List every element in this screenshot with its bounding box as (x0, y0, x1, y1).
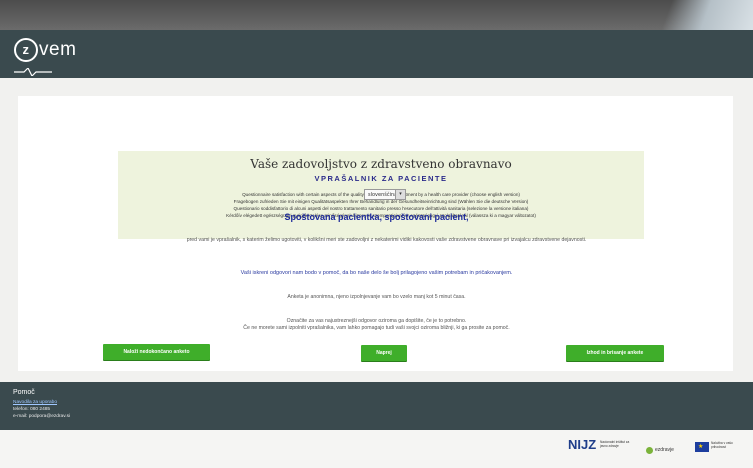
logo-circle-icon: z (14, 38, 38, 62)
exit-and-delete-button[interactable]: Izhod in brisanje ankete (566, 345, 664, 361)
partner-logos-bar (0, 430, 753, 468)
nijz-logo-subtitle: Nacionalni inštitut za javno zdravje (600, 440, 630, 448)
language-select-value: slovenščina (368, 192, 398, 198)
ezdravje-logo-icon (646, 447, 653, 454)
eu-flag-icon (695, 442, 709, 452)
instructions-line-1: Označite za vas najustreznejši odgovor o… (286, 318, 467, 324)
load-unfinished-survey-button[interactable]: Naloži nedokončano anketo (103, 344, 210, 360)
help-instructions-link-text[interactable]: Navodila za uporabo (13, 400, 57, 405)
help-paragraph: Vaši iskreni odgovori nam bodo v pomoč, … (240, 270, 513, 276)
survey-title: Vaše zadovoljstvo z zdravstveno obravnav… (250, 157, 512, 171)
site-footer: Pomoč Navodila za uporabo telefon: 080 2… (0, 382, 753, 430)
help-email[interactable]: e-mail: podpora@ezdrav.si (13, 414, 70, 419)
survey-subtitle: VPRAŠALNIK ZA PACIENTE (314, 174, 448, 183)
eu-funding-logo: Naložba v vašo prihodnost (711, 441, 733, 449)
instructions-line-2: Če ne morete sami izpolniti vprašalnika,… (243, 325, 510, 331)
logo-text: vem (39, 39, 77, 61)
logo-wave-icon (14, 68, 52, 76)
anonymity-paragraph: Anketa je anonimna, njeno izpolnjevanje … (287, 294, 466, 300)
language-option-italian[interactable]: Questionario soddisfattorio di alcuni as… (128, 206, 634, 211)
language-select[interactable]: slovenščina ▾ (364, 189, 406, 200)
help-instructions-link[interactable]: Navodila za uporabo (13, 400, 57, 405)
ezdravje-logo[interactable]: ezdravje (655, 447, 674, 453)
next-button[interactable]: Naprej (361, 345, 407, 361)
chevron-down-icon[interactable]: ▾ (395, 190, 405, 199)
help-title: Pomoč (13, 389, 35, 396)
site-header: z vem (0, 30, 753, 78)
intro-paragraph: pred vami je vprašalnik, s katerim želim… (186, 237, 587, 243)
window-corner-decoration (633, 0, 753, 30)
zvem-logo[interactable]: z vem (14, 38, 77, 76)
greeting-heading: Spoštovana pacientka, spoštovani pacient… (284, 212, 469, 222)
nijz-logo[interactable]: NIJZ (568, 437, 596, 452)
help-phone: telefon: 080 2485 (13, 407, 51, 412)
